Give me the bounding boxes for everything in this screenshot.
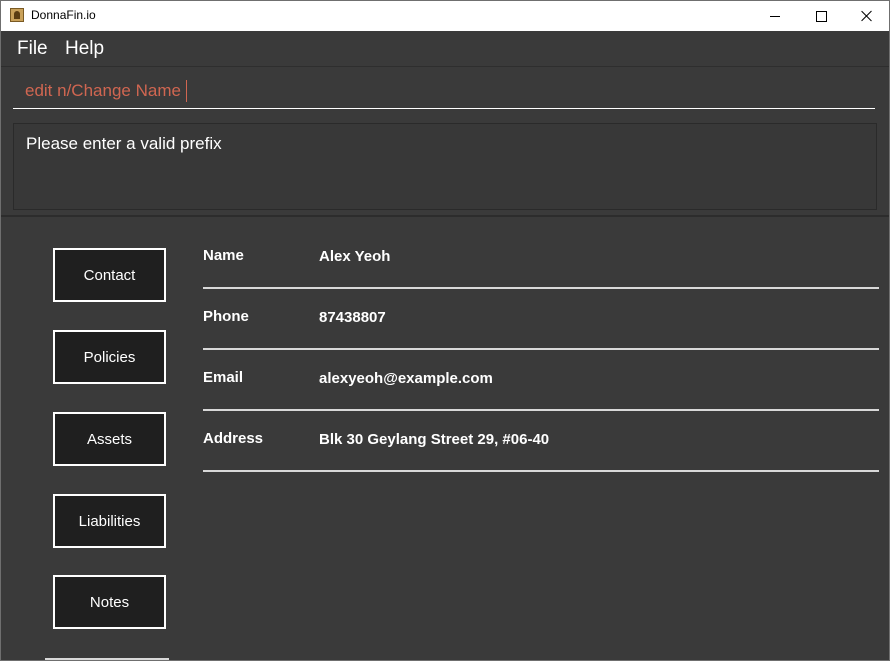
command-box — [1, 67, 889, 115]
menu-bar: File Help — [1, 31, 889, 67]
menu-file[interactable]: File — [17, 38, 48, 60]
detail-row-phone: Phone 87438807 — [203, 289, 879, 350]
command-input[interactable] — [13, 73, 875, 109]
menu-help[interactable]: Help — [65, 38, 104, 60]
detail-label: Address — [203, 430, 264, 447]
detail-row-name: Name Alex Yeoh — [203, 228, 879, 289]
minimize-icon — [770, 15, 780, 17]
detail-label: Name — [203, 247, 244, 264]
assets-tab-button[interactable]: Assets — [53, 412, 166, 466]
app-window: DonnaFin.io File Help Please enter a val… — [0, 0, 890, 661]
close-icon — [861, 10, 873, 22]
detail-row-email: Email alexyeoh@example.com — [203, 350, 879, 411]
maximize-button[interactable] — [798, 1, 844, 31]
result-display: Please enter a valid prefix — [13, 123, 877, 210]
contact-tab-button[interactable]: Contact — [53, 248, 166, 302]
title-bar: DonnaFin.io — [1, 1, 889, 31]
minimize-button[interactable] — [752, 1, 798, 31]
detail-row-address: Address Blk 30 Geylang Street 29, #06-40 — [203, 411, 879, 472]
detail-label: Phone — [203, 308, 249, 325]
result-message: Please enter a valid prefix — [26, 134, 222, 153]
liabilities-tab-button[interactable]: Liabilities — [53, 494, 166, 548]
window-title: DonnaFin.io — [31, 8, 96, 22]
detail-value: Blk 30 Geylang Street 29, #06-40 — [319, 431, 550, 448]
app-icon — [10, 8, 24, 22]
detail-value: 87438807 — [319, 309, 386, 326]
policies-tab-button[interactable]: Policies — [53, 330, 166, 384]
detail-value: Alex Yeoh — [319, 248, 391, 265]
notes-tab-button[interactable]: Notes — [53, 575, 166, 629]
detail-label: Email — [203, 369, 244, 386]
section-divider — [1, 215, 889, 217]
close-button[interactable] — [844, 1, 889, 31]
text-caret — [186, 80, 187, 102]
detail-value: alexyeoh@example.com — [319, 370, 493, 387]
maximize-icon — [815, 10, 827, 22]
scroll-indicator — [45, 658, 169, 660]
